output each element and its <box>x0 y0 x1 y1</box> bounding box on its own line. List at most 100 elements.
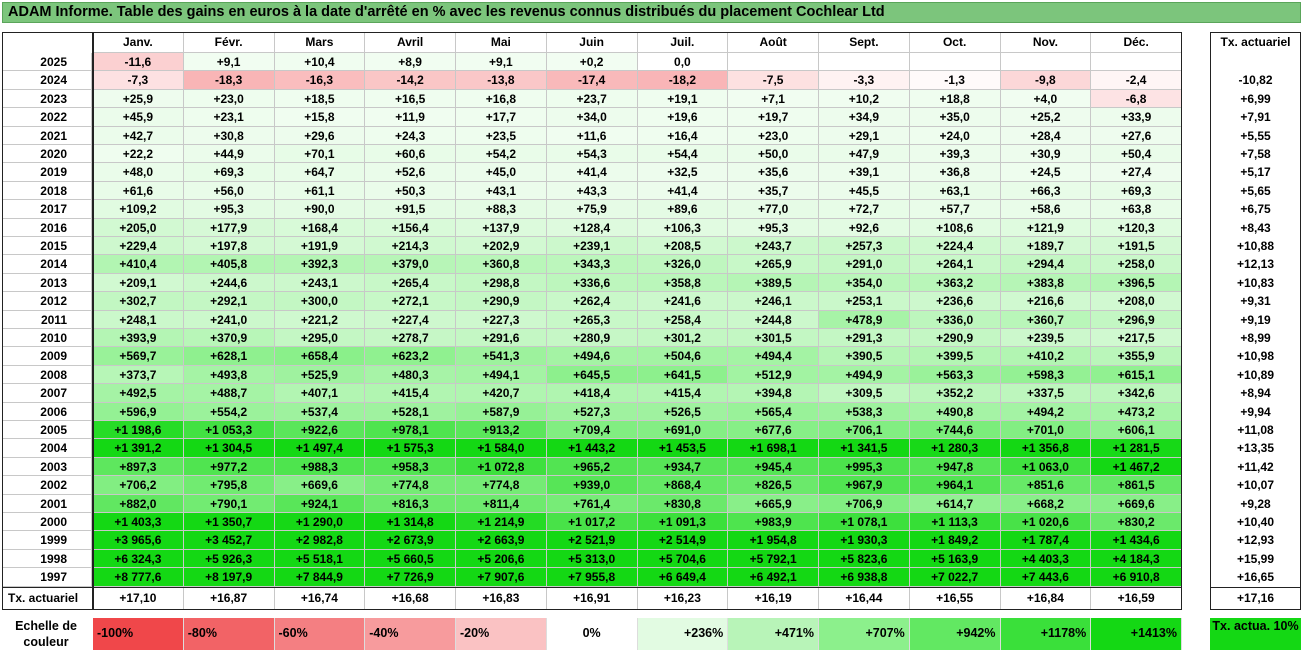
table-cell: +691,0 <box>637 421 729 440</box>
table-cell: +197,8 <box>183 237 275 256</box>
rate-header: Tx. actuariel <box>1220 35 1291 49</box>
table-cell: +598,3 <box>1000 365 1092 385</box>
rate-cell: +12,93 <box>1236 533 1275 548</box>
rate-cell: +6,75 <box>1240 202 1271 217</box>
page-title: ADAM Informe. Table des gains en euros à… <box>2 2 1301 23</box>
table-cell: +16,8 <box>456 89 547 109</box>
table-cell: +790,1 <box>183 494 275 513</box>
table-cell: +587,9 <box>456 402 547 421</box>
table-cell: +868,4 <box>637 476 729 495</box>
month-header: Oct. <box>909 32 1001 53</box>
table-cell: +410,4 <box>93 255 184 274</box>
table-cell: +290,9 <box>456 292 547 311</box>
table-cell: +253,1 <box>819 292 910 311</box>
table-cell: +5 313,0 <box>546 549 638 569</box>
table-cell: +1 787,4 <box>1000 531 1092 550</box>
table-cell: +4 184,3 <box>1091 549 1182 569</box>
table-cell: +1 584,0 <box>456 439 547 458</box>
table-cell: 0,0 <box>637 53 729 72</box>
scale-step: -80% <box>183 618 275 650</box>
year-label: 2006 <box>2 402 92 421</box>
scale-rate: Tx. actua. 10% <box>1210 618 1301 650</box>
table-cell: +528,1 <box>365 402 456 421</box>
table-cell: +5 926,3 <box>183 549 275 569</box>
table-cell: +301,2 <box>637 329 729 348</box>
table-cell: +50,0 <box>728 145 819 164</box>
rate-cell: +5,17 <box>1240 165 1271 180</box>
table-cell: +861,5 <box>1091 476 1182 495</box>
table-cell: +294,4 <box>1000 255 1092 274</box>
table-cell: +291,3 <box>819 329 910 348</box>
table-cell: +1 434,6 <box>1091 531 1182 550</box>
table-cell: +1 078,1 <box>819 513 910 532</box>
table-cell: +39,1 <box>819 163 910 182</box>
table-cell: +2 663,9 <box>456 531 547 550</box>
table-cell: +258,4 <box>637 310 729 329</box>
year-label: 2016 <box>2 218 92 237</box>
scale-step: +471% <box>728 618 819 650</box>
table-cell: +35,7 <box>728 181 819 201</box>
table-cell: +1 281,5 <box>1091 439 1182 458</box>
table-cell: +669,6 <box>274 476 366 495</box>
table-cell: +45,0 <box>456 163 547 182</box>
table-cell: +108,6 <box>909 218 1001 237</box>
table-cell: +5 792,1 <box>728 549 819 569</box>
table-cell: +57,7 <box>909 200 1001 219</box>
table-cell: +224,4 <box>909 237 1001 256</box>
table-cell: +913,2 <box>456 421 547 440</box>
rate-cell: +8,94 <box>1240 386 1271 401</box>
table-cell: +28,4 <box>1000 126 1092 145</box>
table-cell: +45,9 <box>93 108 184 127</box>
table-cell: +706,2 <box>93 476 184 495</box>
year-label: 1999 <box>2 531 92 550</box>
table-cell: +54,2 <box>456 145 547 164</box>
table-cell: +399,5 <box>909 347 1001 366</box>
table-cell: +52,6 <box>365 163 456 182</box>
table-cell: +5 163,9 <box>909 549 1001 569</box>
table-cell: -14,2 <box>365 71 456 90</box>
table-cell: +774,8 <box>365 476 456 495</box>
table-cell: +1 053,3 <box>183 421 275 440</box>
year-label: 2010 <box>2 329 92 348</box>
table-cell: +390,5 <box>819 347 910 366</box>
table-cell: +1 467,2 <box>1091 457 1182 477</box>
table-cell: +360,8 <box>456 255 547 274</box>
table-cell: -18,2 <box>637 71 729 90</box>
table-cell: +50,4 <box>1091 145 1182 164</box>
table-cell: -7,5 <box>728 71 819 90</box>
year-label: 2023 <box>2 89 92 109</box>
table-cell: +665,9 <box>728 494 819 513</box>
table-cell: +1 113,3 <box>909 513 1001 532</box>
rate-cell: +15,99 <box>1236 551 1275 566</box>
table-cell <box>1091 53 1182 72</box>
table-cell: +236,6 <box>909 292 1001 311</box>
table-cell: +389,5 <box>728 273 819 293</box>
year-label: 2003 <box>2 457 92 477</box>
table-cell: +17,7 <box>456 108 547 127</box>
table-cell: +214,3 <box>365 237 456 256</box>
table-cell: -11,6 <box>93 53 184 72</box>
table-cell: +405,8 <box>183 255 275 274</box>
table-cell: +493,8 <box>183 365 275 385</box>
table-cell: -16,3 <box>274 71 366 90</box>
month-header: Juin <box>546 32 638 53</box>
table-cell: +90,0 <box>274 200 366 219</box>
rate-cell: +7,58 <box>1240 147 1271 161</box>
year-label: 1997 <box>2 568 92 587</box>
year-label: 2004 <box>2 439 92 458</box>
scale-step: +942% <box>909 618 1001 650</box>
rate-cell: +5,55 <box>1240 128 1271 143</box>
table-cell: +706,9 <box>819 494 910 513</box>
table-cell: +565,4 <box>728 402 819 421</box>
table-cell: +945,4 <box>728 457 819 477</box>
rate-cell: +5,65 <box>1240 183 1271 198</box>
table-cell: +265,4 <box>365 273 456 293</box>
table-cell: +272,1 <box>365 292 456 311</box>
table-cell: +1 391,2 <box>93 439 184 458</box>
table-cell: +541,3 <box>456 347 547 366</box>
footer-cell: +16,87 <box>183 586 275 610</box>
table-cell: +6 938,8 <box>819 568 910 587</box>
month-header: Août <box>728 32 819 53</box>
table-cell: +205,0 <box>93 218 184 237</box>
table-cell: +706,1 <box>819 421 910 440</box>
